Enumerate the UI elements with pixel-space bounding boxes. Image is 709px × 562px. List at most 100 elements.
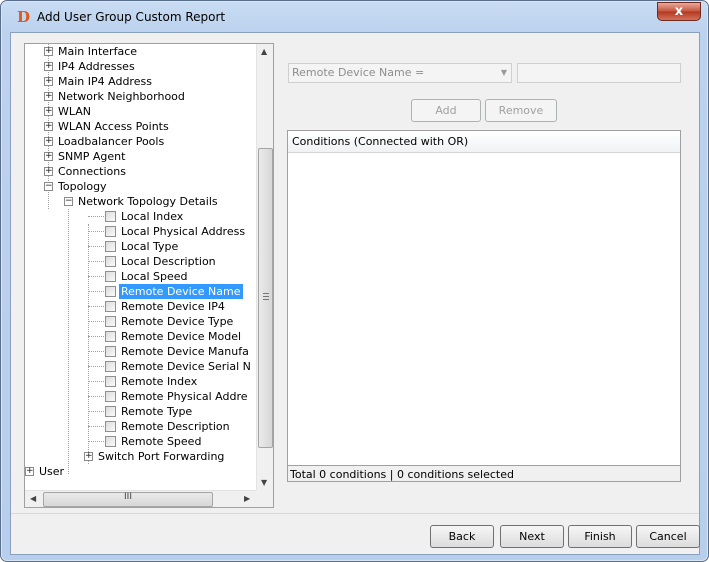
footer-separator bbox=[11, 513, 699, 514]
title-bar[interactable]: D Add User Group Custom Report x bbox=[1, 1, 708, 32]
grip-line bbox=[263, 296, 269, 297]
scroll-down-icon[interactable]: ▼ bbox=[261, 478, 267, 487]
checkbox[interactable] bbox=[105, 301, 116, 312]
scroll-up-icon[interactable]: ▲ bbox=[261, 47, 267, 56]
scroll-right-icon[interactable]: ▶ bbox=[244, 494, 250, 503]
expand-icon[interactable]: + bbox=[44, 77, 53, 86]
checkbox[interactable] bbox=[105, 241, 116, 252]
tree-line bbox=[88, 231, 104, 232]
tree-line bbox=[88, 291, 104, 292]
field-dropdown-value: Remote Device Name = bbox=[292, 66, 425, 79]
checkbox[interactable] bbox=[105, 376, 116, 387]
tree-node-label: Main IP4 Address bbox=[58, 75, 152, 88]
expand-icon[interactable]: + bbox=[84, 452, 93, 461]
tree-line bbox=[88, 381, 104, 382]
tree-leaf-label: Remote Index bbox=[121, 375, 198, 388]
dialog-window: D Add User Group Custom Report x + Main … bbox=[0, 0, 709, 562]
app-logo-icon: D bbox=[17, 8, 31, 26]
tree-line bbox=[88, 336, 104, 337]
checkbox[interactable] bbox=[105, 271, 116, 282]
checkbox[interactable] bbox=[105, 211, 116, 222]
tree-line bbox=[88, 396, 104, 397]
tree-line bbox=[88, 321, 104, 322]
tree-line bbox=[88, 306, 104, 307]
scroll-thumb[interactable] bbox=[258, 148, 273, 448]
tree-node-label: Switch Port Forwarding bbox=[98, 450, 225, 463]
tree-node-label: IP4 Addresses bbox=[58, 60, 135, 73]
tree-node-label: Loadbalancer Pools bbox=[58, 135, 165, 148]
window-title: Add User Group Custom Report bbox=[37, 10, 226, 24]
collapse-icon[interactable]: − bbox=[64, 197, 73, 206]
checkbox[interactable] bbox=[105, 421, 116, 432]
tree-vertical-scrollbar[interactable]: ▲ ▼ bbox=[256, 44, 273, 491]
tree-leaf-label: Remote Type bbox=[121, 405, 193, 418]
remove-button[interactable]: Remove bbox=[485, 99, 557, 122]
checkbox[interactable] bbox=[105, 331, 116, 342]
expand-icon[interactable]: + bbox=[44, 122, 53, 131]
tree-node-label: Topology bbox=[58, 180, 107, 193]
tree-leaf-label: Local Speed bbox=[121, 270, 188, 283]
tree-node-label: User bbox=[39, 465, 65, 478]
checkbox[interactable] bbox=[105, 391, 116, 402]
tree-horizontal-scrollbar[interactable]: ◀ III ▶ bbox=[25, 490, 257, 507]
tree-line bbox=[68, 209, 69, 474]
back-button[interactable]: Back bbox=[430, 525, 494, 548]
expand-icon[interactable]: + bbox=[44, 167, 53, 176]
grip-line bbox=[263, 299, 269, 300]
next-button[interactable]: Next bbox=[500, 525, 564, 548]
tree-viewport: + Main Interface + IP4 Addresses + Main … bbox=[25, 44, 257, 491]
conditions-list[interactable]: Conditions (Connected with OR) bbox=[287, 130, 681, 482]
tree-line bbox=[88, 426, 104, 427]
add-button[interactable]: Add bbox=[411, 99, 481, 122]
checkbox[interactable] bbox=[105, 226, 116, 237]
tree-node-label: Network Neighborhood bbox=[58, 90, 185, 103]
checkbox[interactable] bbox=[105, 436, 116, 447]
conditions-header: Conditions (Connected with OR) bbox=[288, 131, 680, 153]
checkbox[interactable] bbox=[105, 256, 116, 267]
tree-line bbox=[88, 276, 104, 277]
tree-line bbox=[88, 224, 89, 464]
tree-line bbox=[88, 246, 104, 247]
field-dropdown[interactable]: Remote Device Name = ▼ bbox=[288, 63, 512, 83]
tree-leaf-label: Remote Device Manufa bbox=[121, 345, 249, 358]
expand-icon[interactable]: + bbox=[44, 62, 53, 71]
tree-leaf-label: Local Type bbox=[121, 240, 179, 253]
tree-leaf-label-selected: Remote Device Name bbox=[119, 284, 243, 299]
tree-line bbox=[88, 261, 104, 262]
finish-button[interactable]: Finish bbox=[568, 525, 632, 548]
expand-icon[interactable]: + bbox=[44, 47, 53, 56]
tree-leaf-label: Remote Device Serial N bbox=[121, 360, 251, 373]
cancel-button[interactable]: Cancel bbox=[636, 525, 700, 548]
tree-leaf-label: Remote Description bbox=[121, 420, 230, 433]
tree-leaf-label: Local Physical Address bbox=[121, 225, 246, 238]
expand-icon[interactable]: + bbox=[44, 107, 53, 116]
tree-node-label: SNMP Agent bbox=[58, 150, 126, 163]
expand-icon[interactable]: + bbox=[25, 467, 34, 476]
tree-node-label: Main Interface bbox=[58, 45, 138, 58]
tree-leaf-label: Local Description bbox=[121, 255, 216, 268]
dialog-client-area: + Main Interface + IP4 Addresses + Main … bbox=[10, 32, 700, 555]
grip-icon: III bbox=[124, 492, 132, 502]
condition-value-input[interactable] bbox=[517, 63, 681, 83]
tree-line bbox=[88, 216, 104, 217]
checkbox[interactable] bbox=[105, 316, 116, 327]
tree-leaf-label: Remote Physical Addre bbox=[121, 390, 248, 403]
tree-node-label: WLAN Access Points bbox=[58, 120, 169, 133]
expand-icon[interactable]: + bbox=[44, 137, 53, 146]
expand-icon[interactable]: + bbox=[44, 92, 53, 101]
close-button[interactable]: x bbox=[657, 2, 701, 21]
scroll-corner bbox=[256, 490, 273, 507]
field-tree: + Main Interface + IP4 Addresses + Main … bbox=[24, 43, 274, 508]
checkbox[interactable] bbox=[105, 361, 116, 372]
scroll-thumb[interactable]: III bbox=[43, 492, 213, 507]
expand-icon[interactable]: + bbox=[44, 152, 53, 161]
checkbox[interactable] bbox=[105, 346, 116, 357]
scroll-left-icon[interactable]: ◀ bbox=[30, 494, 36, 503]
chevron-down-icon: ▼ bbox=[500, 68, 507, 77]
checkbox[interactable] bbox=[105, 286, 116, 297]
tree-node-label: Connections bbox=[58, 165, 126, 178]
conditions-status: Total 0 conditions | 0 conditions select… bbox=[287, 465, 681, 482]
checkbox[interactable] bbox=[105, 406, 116, 417]
collapse-icon[interactable]: − bbox=[44, 182, 53, 191]
tree-line bbox=[88, 411, 104, 412]
